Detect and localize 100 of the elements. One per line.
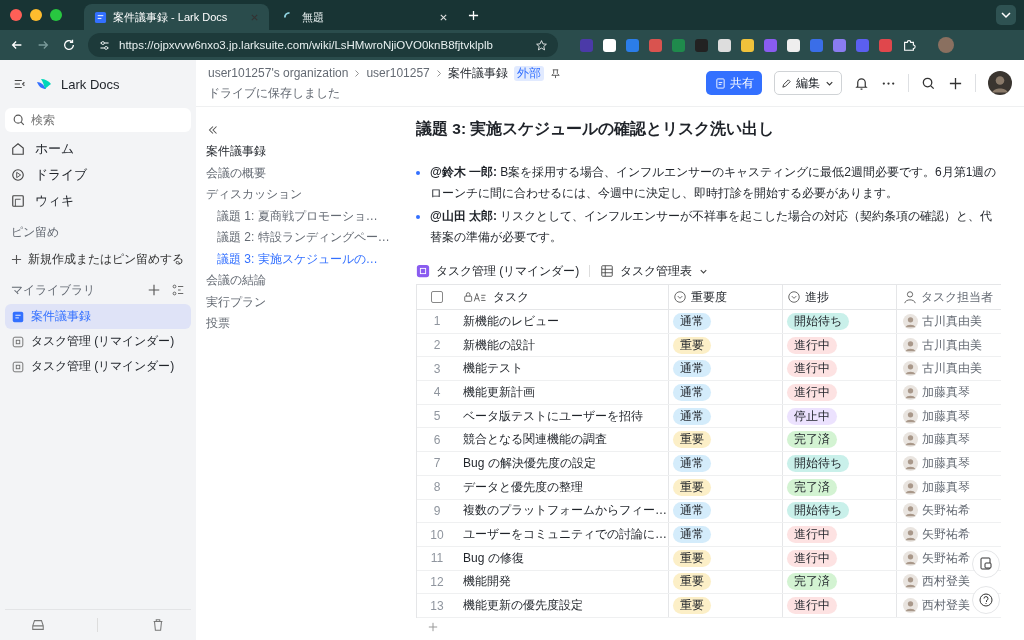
nav-item[interactable]: ホーム [5,136,191,162]
table-cell: Bug の解決優先度の設定 [463,454,596,472]
progress-tag: 開始待ち [787,502,849,520]
assignee-name: 加藤真琴 [922,478,970,496]
outline-item[interactable]: ディスカッション [206,184,402,206]
column-header[interactable]: タスク担当者 [897,285,1000,309]
assignee-name: 矢野祐希 [922,549,970,567]
share-button[interactable]: 共有 [706,71,762,95]
table-cell: Bug の修復 [463,549,524,567]
progress-tag: 完了済 [787,431,837,449]
table-cell: 機能テスト [463,360,523,378]
importance-tag: 重要 [673,431,711,449]
progress-tag: 開始待ち [787,454,849,472]
importance-tag: 通常 [673,454,711,472]
table-cell: ユーザーをコミュニティでの討論に… [463,526,667,544]
row-number: 7 [433,456,441,471]
table-cell: 競合となる関連機能の調査 [463,431,607,449]
row-number: 12 [430,574,444,589]
outline-item[interactable]: 議題 1: 夏商戦プロモーショ… [206,205,402,227]
breadcrumb-link[interactable]: user101257 [366,66,430,80]
table-cell: データと優先度の整理 [463,478,583,496]
importance-tag: 通常 [673,383,711,401]
assignee-name: 加藤真琴 [922,454,970,472]
column-header[interactable]: 重要度 [669,285,783,309]
library-item[interactable]: タスク管理 (リマインダー) [5,329,191,354]
search-field[interactable]: 検索 [5,108,191,132]
table-cell: 複数のプラットフォームからフィー… [463,502,667,520]
assignee-name: 古川真由美 [922,336,982,354]
importance-tag: 通常 [673,312,711,330]
app-name: Lark Docs [61,76,120,92]
importance-tag: 重要 [673,573,711,591]
library-item[interactable]: タスク管理 (リマインダー) [5,354,191,379]
edit-mode-button[interactable]: 編集 [774,71,842,95]
nav-item[interactable]: ウィキ [5,188,191,214]
table-cell: 新機能のレビュー [463,312,559,330]
progress-tag: 進行中 [787,549,837,567]
outline-item[interactable]: 実行プラン [206,291,402,313]
progress-tag: 停止中 [787,407,837,425]
row-number: 10 [430,527,444,542]
outline-item[interactable]: 案件議事録 [206,141,402,163]
progress-tag: 進行中 [787,383,837,401]
assignee-name: 矢野祐希 [922,502,970,520]
nav-item[interactable]: ドライブ [5,162,191,188]
outline-item[interactable]: 議題 2: 特設ランディングペー… [206,227,402,249]
external-badge: 外部 [513,65,544,81]
row-number: 4 [433,385,441,400]
row-number: 9 [433,503,441,518]
view-selector[interactable]: タスク管理表 [600,262,710,280]
row-number: 5 [433,409,441,424]
importance-tag: 重要 [673,597,711,615]
row-number: 11 [430,551,444,566]
table-cell: 機能更新の優先度設定 [463,597,583,615]
outline-item[interactable]: 議題 3: 実施スケジュールの… [206,248,402,270]
section-heading: ピン留め [11,223,59,241]
assignee-name: 矢野祐希 [922,526,970,544]
outline-item[interactable]: 投票 [206,313,402,335]
bullet-text: @鈴木 一郎: B案を採用する場合、インフルエンサーのキャスティングに最低2週間必要です。6月第1週のローンチに間に合わせるには、今週中に決定し、即時打診を開始する必要があります。 [430,164,998,202]
bullet-text: @山田 太郎: リスクとして、インフルエンサーが不祥事を起こした場合の対応（契約条項の確認）と、代替案の準備が必要です。 [430,208,994,246]
table-cell: 機能更新計画 [463,383,535,401]
assignee-name: 加藤真琴 [922,407,970,425]
assignee-name: 古川真由美 [922,312,982,330]
importance-tag: 通常 [673,360,711,378]
table-cell: 新機能の設計 [463,336,535,354]
save-status: ドライブに保存しました [208,84,341,102]
section-heading: マイライブラリ [11,281,95,299]
assignee-name: 加藤真琴 [922,383,970,401]
row-number: 8 [433,480,441,495]
assignee-name: 加藤真琴 [922,431,970,449]
outline-item[interactable]: 会議の概要 [206,162,402,184]
outline-item[interactable]: 会議の結論 [206,270,402,292]
progress-tag: 完了済 [787,573,837,591]
column-header[interactable]: タスク [457,285,669,309]
column-header[interactable]: 進捗 [783,285,897,309]
importance-tag: 通常 [673,526,711,544]
library-item[interactable]: 案件議事録 [5,304,191,329]
progress-tag: 開始待ち [787,312,849,330]
assignee-name: 西村登美 [922,597,970,615]
new-pin-button[interactable]: 新規作成またはピン留めする [5,246,191,272]
importance-tag: 重要 [673,336,711,354]
row-number: 6 [433,432,441,447]
progress-tag: 進行中 [787,360,837,378]
assignee-name: 西村登美 [922,573,970,591]
importance-tag: 重要 [673,549,711,567]
progress-tag: 完了済 [787,478,837,496]
browser-tab[interactable]: 案件議事録 - Lark Docs [84,4,269,30]
assignee-name: 古川真由美 [922,360,982,378]
progress-tag: 進行中 [787,597,837,615]
row-number: 3 [433,361,441,376]
table-source-link[interactable]: タスク管理 (リマインダー) [436,262,580,280]
breadcrumb-link[interactable]: 案件議事録 [447,64,508,82]
breadcrumb-link[interactable]: user101257's organization [208,66,349,80]
address-bar[interactable]: https://ojpxvvw6nxo3.jp.larksuite.com/wiki/LsHMwroNjiOVO0knB8fjtvklplb [88,33,558,57]
browser-tab[interactable]: 無題 [273,4,458,30]
progress-tag: 進行中 [787,526,837,544]
row-number: 1 [433,314,441,329]
importance-tag: 通常 [673,502,711,520]
progress-tag: 進行中 [787,336,837,354]
importance-tag: 重要 [673,478,711,496]
row-number: 2 [433,338,441,353]
table-cell: ベータ版テストにユーザーを招待 [463,407,643,425]
